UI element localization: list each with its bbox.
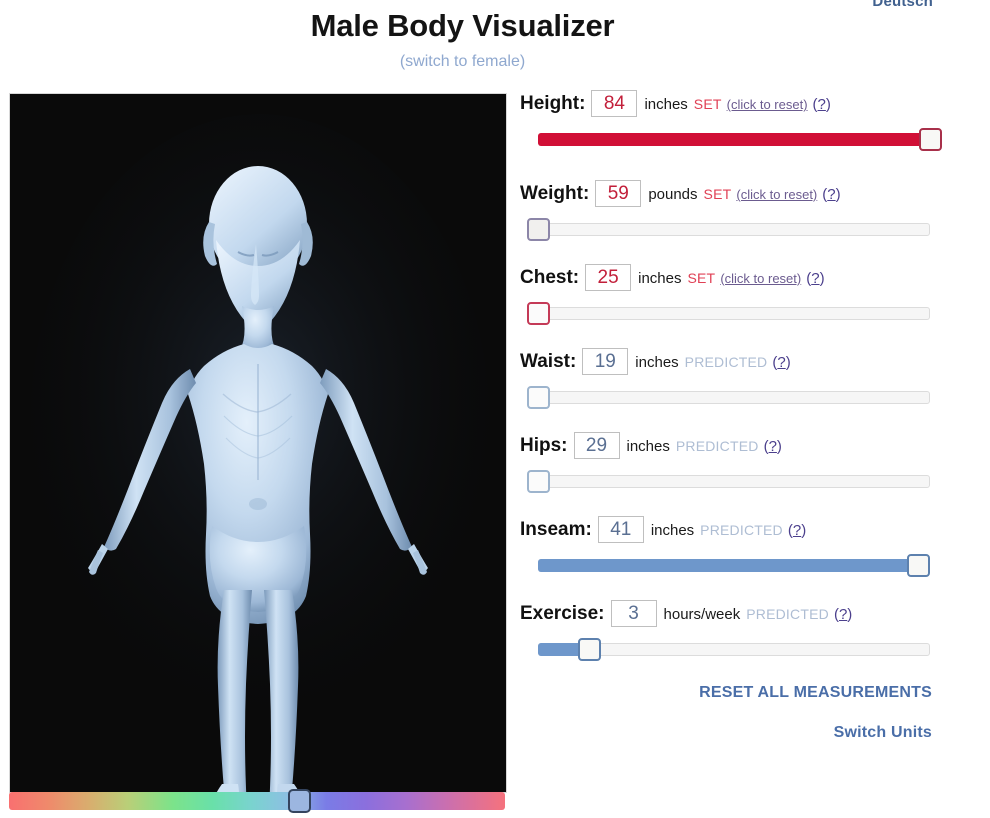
height-slider-handle[interactable] <box>919 128 942 151</box>
inseam-slider-handle[interactable] <box>907 554 930 577</box>
inseam-unit: inches <box>651 522 694 539</box>
exercise-label: Exercise: <box>520 603 605 625</box>
measurement-row-exercise: Exercise: hours/week PREDICTED (?) <box>520 600 980 660</box>
exercise-help-icon[interactable]: (?) <box>834 606 852 623</box>
measurement-row-weight: Weight: pounds SET (click to reset) (?) <box>520 180 980 240</box>
hips-help-icon[interactable]: (?) <box>764 438 782 455</box>
exercise-slider[interactable] <box>538 638 930 660</box>
waist-help-icon[interactable]: (?) <box>772 354 790 371</box>
hips-state: PREDICTED <box>676 438 759 454</box>
chest-label: Chest: <box>520 267 579 289</box>
inseam-input[interactable] <box>598 516 644 543</box>
chest-reset-link[interactable]: (click to reset) <box>720 271 801 286</box>
weight-slider-track[interactable] <box>538 223 930 236</box>
measurement-row-chest: Chest: inches SET (click to reset) (?) <box>520 264 980 324</box>
weight-unit: pounds <box>648 186 697 203</box>
chest-help-icon[interactable]: (?) <box>806 270 824 287</box>
weight-help-icon[interactable]: (?) <box>822 186 840 203</box>
hips-slider[interactable] <box>538 470 930 492</box>
chest-slider-track[interactable] <box>538 307 930 320</box>
height-help-icon[interactable]: (?) <box>813 96 831 113</box>
weight-input[interactable] <box>595 180 641 207</box>
chest-slider-handle[interactable] <box>527 302 550 325</box>
waist-slider-handle[interactable] <box>527 386 550 409</box>
exercise-unit: hours/week <box>664 606 741 623</box>
hips-label: Hips: <box>520 435 568 457</box>
switch-units-button[interactable]: Switch Units <box>520 724 932 742</box>
measurement-row-hips: Hips: inches PREDICTED (?) <box>520 432 980 492</box>
measurement-row-height: Height: inches SET (click to reset) (?) <box>520 90 980 150</box>
chest-unit: inches <box>638 270 681 287</box>
body-model-render <box>10 94 506 792</box>
height-unit: inches <box>644 96 687 113</box>
waist-label: Waist: <box>520 351 576 373</box>
hips-unit: inches <box>627 438 670 455</box>
inseam-label: Inseam: <box>520 519 592 541</box>
measurement-row-inseam: Inseam: inches PREDICTED (?) <box>520 516 980 576</box>
hips-input[interactable] <box>574 432 620 459</box>
reset-all-measurements-button[interactable]: RESET ALL MEASUREMENTS <box>520 684 932 702</box>
waist-state: PREDICTED <box>685 354 768 370</box>
body-model-viewer[interactable] <box>9 93 507 793</box>
chest-slider[interactable] <box>538 302 930 324</box>
hue-slider-track[interactable] <box>9 792 505 810</box>
inseam-state: PREDICTED <box>700 522 783 538</box>
exercise-slider-handle[interactable] <box>578 638 601 661</box>
switch-to-female-link[interactable]: (switch to female) <box>0 53 925 71</box>
waist-input[interactable] <box>582 348 628 375</box>
weight-slider-handle[interactable] <box>527 218 550 241</box>
chest-state: SET <box>687 270 715 286</box>
exercise-input[interactable] <box>611 600 657 627</box>
hips-slider-handle[interactable] <box>527 470 550 493</box>
waist-unit: inches <box>635 354 678 371</box>
waist-slider[interactable] <box>538 386 930 408</box>
measurements-panel: Height: inches SET (click to reset) (?) … <box>520 90 980 742</box>
inseam-help-icon[interactable]: (?) <box>788 522 806 539</box>
page-title: Male Body Visualizer <box>0 8 925 44</box>
hue-slider-handle[interactable] <box>288 789 311 813</box>
height-state: SET <box>694 96 722 112</box>
hips-slider-track[interactable] <box>538 475 930 488</box>
inseam-slider[interactable] <box>538 554 930 576</box>
weight-label: Weight: <box>520 183 589 205</box>
height-reset-link[interactable]: (click to reset) <box>727 97 808 112</box>
height-slider[interactable] <box>538 128 930 150</box>
weight-state: SET <box>704 186 732 202</box>
model-hue-slider[interactable] <box>9 792 505 810</box>
height-slider-fill <box>538 133 930 146</box>
chest-input[interactable] <box>585 264 631 291</box>
height-input[interactable] <box>591 90 637 117</box>
measurement-row-waist: Waist: inches PREDICTED (?) <box>520 348 980 408</box>
height-label: Height: <box>520 93 585 115</box>
exercise-state: PREDICTED <box>746 606 829 622</box>
inseam-slider-fill <box>538 559 918 572</box>
waist-slider-track[interactable] <box>538 391 930 404</box>
weight-slider[interactable] <box>538 218 930 240</box>
weight-reset-link[interactable]: (click to reset) <box>736 187 817 202</box>
